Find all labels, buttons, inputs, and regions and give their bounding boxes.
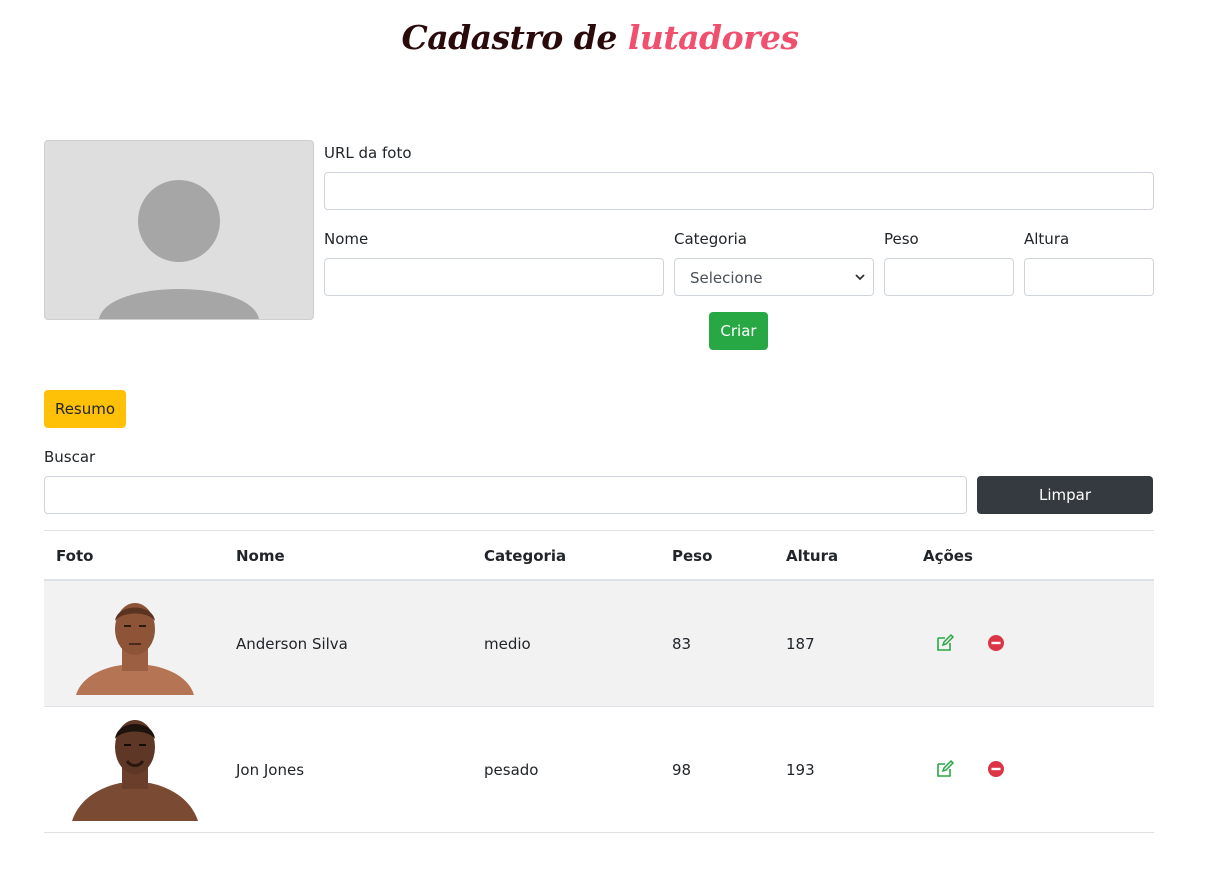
header-weight: Peso	[672, 547, 713, 565]
search-input[interactable]	[44, 476, 967, 514]
header-photo: Foto	[56, 547, 94, 565]
fighter-photo-icon	[76, 603, 194, 695]
title-part-1: Cadastro de	[401, 18, 617, 57]
fighters-table: Foto Nome Categoria Peso Altura Ações An…	[44, 530, 1154, 833]
table-row: Anderson Silva medio 83 187	[44, 581, 1154, 707]
fighter-height: 193	[786, 761, 815, 779]
page-title: Cadastro de lutadores	[0, 18, 1200, 57]
fighter-weight: 83	[672, 635, 692, 653]
weight-input[interactable]	[884, 258, 1014, 296]
edit-icon[interactable]	[935, 759, 955, 779]
fighter-category: medio	[484, 635, 531, 653]
remove-icon[interactable]	[986, 633, 1006, 653]
category-label: Categoria	[674, 230, 748, 248]
height-label: Altura	[1024, 230, 1070, 248]
table-header: Foto Nome Categoria Peso Altura Ações	[44, 531, 1154, 581]
fighter-name: Anderson Silva	[236, 635, 348, 653]
fighter-photo-icon	[72, 720, 198, 821]
photo-preview	[44, 140, 314, 320]
weight-label: Peso	[884, 230, 919, 248]
fighter-photo	[72, 717, 198, 821]
header-actions: Ações	[923, 547, 973, 565]
name-label: Nome	[324, 230, 369, 248]
photo-url-label: URL da foto	[324, 144, 412, 162]
category-select[interactable]: Selecione	[674, 258, 874, 296]
clear-button[interactable]: Limpar	[977, 476, 1153, 514]
create-button[interactable]: Criar	[709, 312, 768, 350]
header-name: Nome	[236, 547, 285, 565]
header-height: Altura	[786, 547, 839, 565]
fighter-weight: 98	[672, 761, 692, 779]
search-label: Buscar	[44, 448, 96, 466]
name-input[interactable]	[324, 258, 664, 296]
fighter-category: pesado	[484, 761, 539, 779]
fighter-name: Jon Jones	[236, 761, 305, 779]
table-row: Jon Jones pesado 98 193	[44, 707, 1154, 833]
category-select-value: Selecione	[690, 269, 763, 287]
chevron-down-icon	[855, 274, 865, 281]
remove-icon[interactable]	[986, 759, 1006, 779]
photo-url-input[interactable]	[324, 172, 1154, 210]
fighter-height: 187	[786, 635, 815, 653]
fighter-photo	[72, 591, 198, 695]
edit-icon[interactable]	[935, 633, 955, 653]
height-input[interactable]	[1024, 258, 1154, 296]
summary-button[interactable]: Resumo	[44, 390, 126, 428]
header-category: Categoria	[484, 547, 567, 565]
avatar-placeholder-icon	[99, 180, 259, 319]
title-part-2: lutadores	[627, 18, 799, 57]
